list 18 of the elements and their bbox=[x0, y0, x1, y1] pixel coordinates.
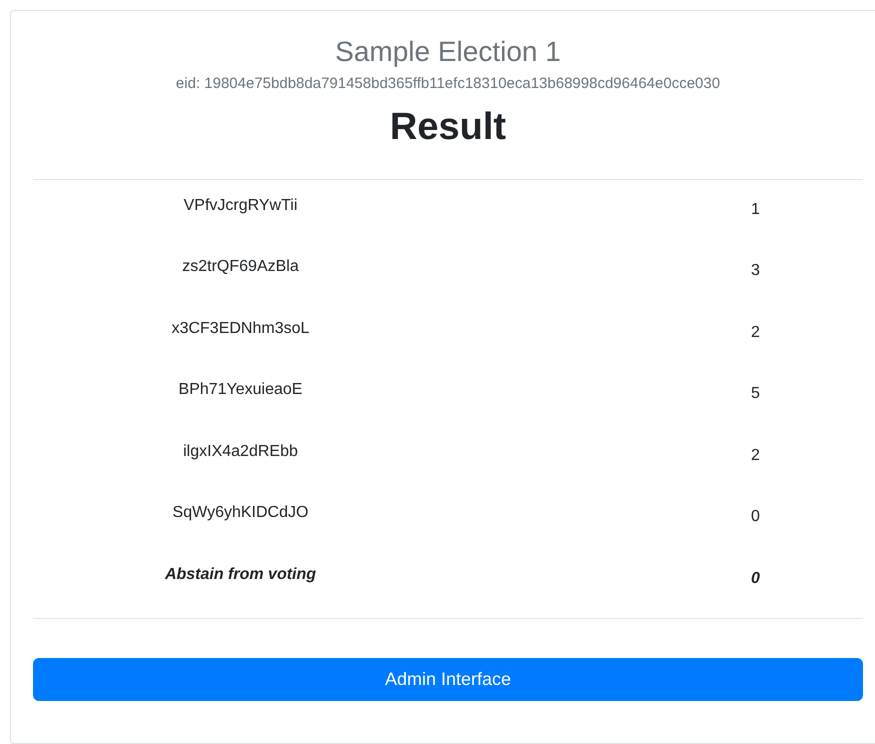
vote-count: 2 bbox=[751, 446, 760, 464]
option-name: SqWy6yhKIDCdJO bbox=[172, 504, 308, 522]
option-name: VPfvJcrgRYwTii bbox=[184, 196, 298, 214]
option-name: BPh71YexuieaoE bbox=[178, 381, 302, 398]
vote-count: 3 bbox=[751, 262, 760, 280]
option-name: zs2trQF69AzBla bbox=[182, 258, 299, 276]
option-name: x3CF3EDNhm3soL bbox=[172, 320, 310, 337]
option-name: Abstain from voting bbox=[164, 566, 316, 583]
vote-count: 2 bbox=[751, 324, 760, 341]
option-name: ilgxIX4a2dREbb bbox=[183, 442, 298, 460]
election-title: Sample Election 1 bbox=[334, 35, 562, 69]
vote-count: 1 bbox=[751, 200, 760, 218]
admin-interface-button[interactable]: Admin Interface bbox=[33, 658, 863, 702]
vote-count: 5 bbox=[751, 385, 760, 402]
election-id: eid: 19804e75bdb8da791458bd365ffb11efc18310eca13b68998cd96464e0cce030 bbox=[174, 74, 722, 94]
result-heading: Result bbox=[388, 105, 508, 150]
vote-count: 0 bbox=[751, 570, 760, 587]
vote-count: 0 bbox=[751, 508, 760, 526]
